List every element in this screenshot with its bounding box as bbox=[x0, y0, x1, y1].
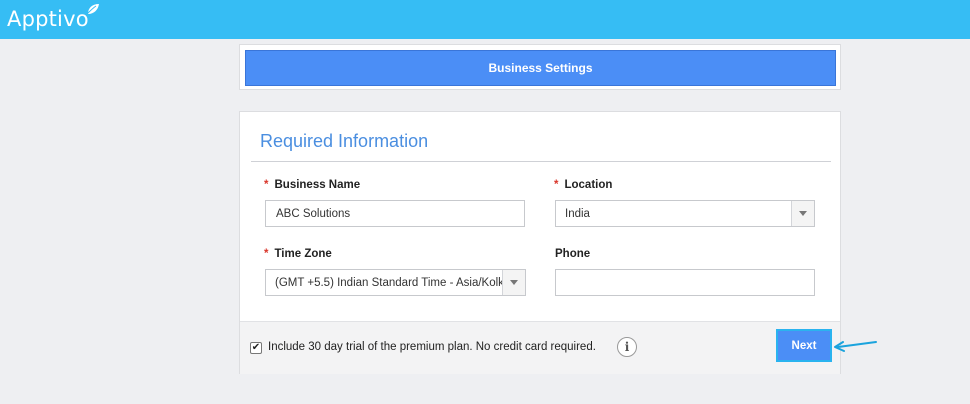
required-asterisk: * bbox=[264, 248, 269, 260]
form-footer: ✔ Include 30 day trial of the premium pl… bbox=[240, 321, 840, 374]
required-asterisk: * bbox=[264, 179, 269, 191]
time-zone-label: * Time Zone bbox=[264, 248, 332, 260]
apptivo-logo[interactable]: Apptivo bbox=[7, 4, 99, 32]
arrow-left-icon bbox=[834, 341, 877, 352]
step-card: Business Settings bbox=[239, 44, 841, 90]
phone-label: Phone bbox=[555, 248, 591, 260]
next-button[interactable]: Next bbox=[776, 329, 832, 362]
business-name-input[interactable]: ABC Solutions bbox=[265, 200, 525, 227]
top-bar: Apptivo bbox=[0, 0, 970, 39]
business-name-label: * Business Name bbox=[264, 179, 361, 191]
info-icon[interactable]: i bbox=[617, 337, 637, 357]
section-title: Required Information bbox=[260, 131, 429, 151]
trial-checkbox[interactable]: ✔ bbox=[250, 342, 262, 354]
dropdown-arrow-icon[interactable] bbox=[791, 201, 814, 226]
phone-input[interactable] bbox=[555, 269, 815, 296]
time-zone-select[interactable]: (GMT +5.5) Indian Standard Time - Asia/K… bbox=[265, 269, 526, 296]
trial-text: Include 30 day trial of the premium plan… bbox=[268, 341, 596, 353]
dropdown-arrow-icon[interactable] bbox=[502, 270, 525, 295]
section-divider bbox=[251, 161, 831, 162]
location-select[interactable]: India bbox=[555, 200, 815, 227]
required-asterisk: * bbox=[554, 179, 559, 191]
business-settings-step[interactable]: Business Settings bbox=[245, 50, 836, 86]
leaf-icon bbox=[86, 4, 99, 15]
logo-text: Apptivo bbox=[7, 7, 89, 31]
location-label: * Location bbox=[554, 179, 613, 191]
required-information-card: Required Information * Business Name ABC … bbox=[239, 111, 841, 374]
